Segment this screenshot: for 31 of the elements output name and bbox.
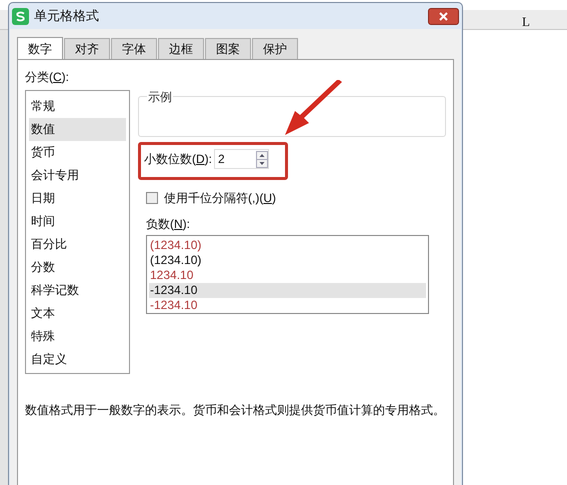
tab[interactable]: 数字 — [17, 37, 63, 60]
checkbox-label: 使用千位分隔符(,)(U) — [164, 190, 276, 207]
format-item[interactable]: -1234.10 — [149, 298, 426, 313]
format-item[interactable]: 1234.10 — [149, 268, 426, 283]
tab[interactable]: 图案 — [205, 38, 251, 59]
category-item[interactable]: 百分比 — [29, 233, 126, 256]
window-title: 单元格格式 — [34, 7, 99, 26]
category-label: 分类(C): — [25, 69, 70, 84]
category-item[interactable]: 自定义 — [29, 348, 126, 371]
category-item[interactable]: 货币 — [29, 141, 126, 164]
category-item[interactable]: 数值 — [29, 118, 126, 141]
column-header[interactable]: L — [522, 12, 530, 32]
category-item[interactable]: 时间 — [29, 210, 126, 233]
tab[interactable]: 字体 — [111, 38, 157, 59]
format-item[interactable]: (1234.10) — [149, 253, 426, 268]
category-item[interactable]: 会计专用 — [29, 164, 126, 187]
format-item[interactable]: -1234.10 — [149, 283, 426, 298]
category-item[interactable]: 文本 — [29, 302, 126, 325]
field-label: 小数位数(D): — [144, 151, 212, 168]
format-description: 数值格式用于一般数字的表示。货币和会计格式则提供货币值计算的专用格式。 — [25, 402, 446, 419]
category-item[interactable]: 常规 — [29, 95, 126, 118]
tab[interactable]: 对齐 — [64, 38, 110, 59]
tab[interactable]: 边框 — [158, 38, 204, 59]
tab[interactable]: 保护 — [252, 38, 298, 59]
category-item[interactable]: 分数 — [29, 256, 126, 279]
category-item[interactable]: 特殊 — [29, 325, 126, 348]
category-item[interactable]: 科学记数 — [29, 279, 126, 302]
negative-label: 负数(N): — [146, 216, 192, 231]
spin-field[interactable]: 2 — [214, 149, 270, 169]
format-item[interactable]: (1234.10) — [149, 238, 426, 253]
category-item[interactable]: 日期 — [29, 187, 126, 210]
